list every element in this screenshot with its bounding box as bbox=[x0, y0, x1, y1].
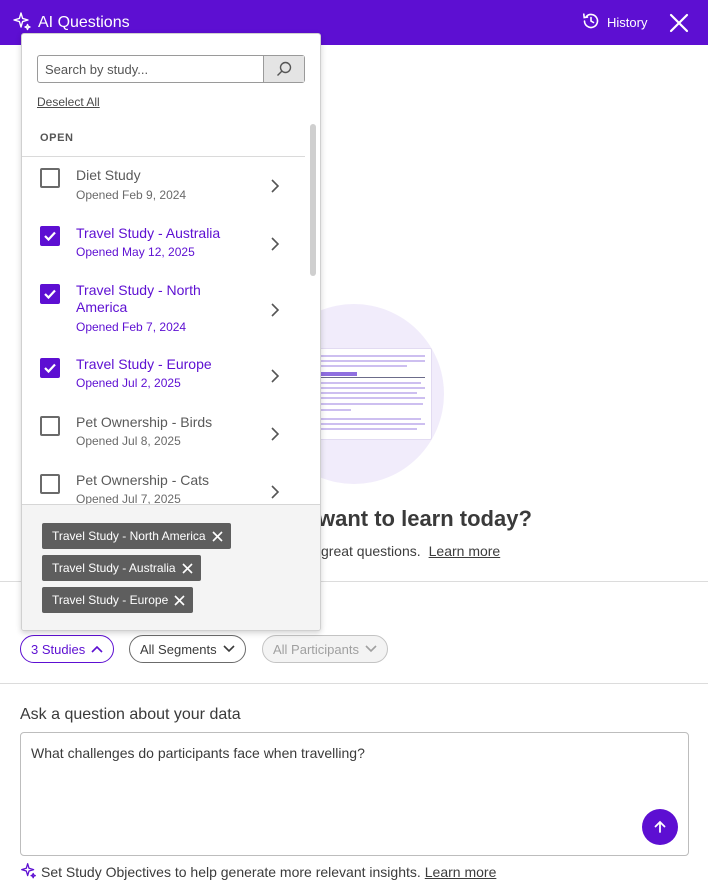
study-checkbox[interactable] bbox=[40, 474, 60, 494]
close-button[interactable] bbox=[668, 12, 690, 34]
chevron-right-icon[interactable] bbox=[270, 485, 280, 499]
study-checkbox[interactable] bbox=[40, 284, 60, 304]
list-scrollbar[interactable] bbox=[310, 124, 316, 276]
study-date: Opened Feb 9, 2024 bbox=[76, 188, 187, 202]
empty-state-subline: great questions. Learn more bbox=[321, 543, 500, 559]
remove-tag-icon[interactable] bbox=[212, 530, 223, 542]
tag-label: Travel Study - Australia bbox=[52, 561, 176, 575]
study-checkbox[interactable] bbox=[40, 168, 60, 188]
remove-tag-icon[interactable] bbox=[182, 562, 193, 574]
studies-filter-label: 3 Studies bbox=[31, 641, 86, 657]
studies-filter[interactable]: 3 Studies bbox=[20, 635, 115, 663]
history-button[interactable]: History bbox=[581, 11, 647, 34]
study-name: Travel Study - Europe bbox=[76, 356, 212, 372]
study-checkbox[interactable] bbox=[40, 358, 60, 378]
section-label-open: OPEN bbox=[40, 132, 74, 144]
subline-text: great questions. bbox=[321, 543, 421, 559]
tag-label: Travel Study - Europe bbox=[52, 593, 169, 607]
study-name: Diet Study bbox=[76, 167, 141, 183]
search-button[interactable] bbox=[263, 56, 304, 82]
study-row[interactable]: Diet Study Opened Feb 9, 2024 bbox=[22, 157, 305, 215]
checkmark-icon bbox=[44, 231, 56, 242]
study-checkbox[interactable] bbox=[40, 416, 60, 436]
study-date: Opened Jul 7, 2025 bbox=[76, 492, 181, 504]
selected-study-tag: Travel Study - North America bbox=[42, 523, 231, 549]
study-name: Travel Study - North America bbox=[76, 282, 201, 315]
question-label: Ask a question about your data bbox=[20, 706, 241, 723]
chevron-right-icon[interactable] bbox=[270, 303, 280, 317]
empty-state-heading: want to learn today? bbox=[318, 506, 532, 531]
objectives-learn-more-link[interactable]: Learn more bbox=[425, 864, 497, 880]
study-name: Pet Ownership - Cats bbox=[76, 472, 210, 488]
study-date: Opened Jul 8, 2025 bbox=[76, 434, 181, 448]
study-row[interactable]: Travel Study - Australia Opened May 12, … bbox=[22, 215, 305, 273]
history-icon bbox=[581, 11, 601, 34]
chevron-up-icon bbox=[91, 645, 103, 653]
deselect-all-link[interactable]: Deselect All bbox=[37, 95, 100, 109]
study-search bbox=[37, 55, 305, 83]
tag-label: Travel Study - North America bbox=[52, 529, 206, 543]
participants-filter-label: All Participants bbox=[273, 641, 359, 657]
section-divider bbox=[0, 683, 708, 684]
study-search-input[interactable] bbox=[38, 56, 264, 82]
study-list: Diet Study Opened Feb 9, 2024 Travel Stu… bbox=[22, 157, 305, 504]
study-row[interactable]: Pet Ownership - Cats Opened Jul 7, 2025 bbox=[22, 463, 305, 504]
app-title: AI Questions bbox=[12, 11, 130, 35]
objectives-text: Set Study Objectives to help generate mo… bbox=[41, 864, 421, 880]
study-date: Opened Jul 2, 2025 bbox=[76, 376, 181, 390]
participants-filter: All Participants bbox=[262, 635, 388, 663]
chevron-down-icon bbox=[365, 645, 377, 653]
chevron-right-icon[interactable] bbox=[270, 237, 280, 251]
study-selector-dropdown: Deselect All OPEN Diet Study Opened Feb … bbox=[21, 33, 321, 631]
remove-tag-icon[interactable] bbox=[174, 594, 185, 606]
study-row[interactable]: Travel Study - Europe Opened Jul 2, 2025 bbox=[22, 347, 305, 405]
study-date: Opened May 12, 2025 bbox=[76, 245, 195, 259]
study-date: Opened Feb 7, 2024 bbox=[76, 320, 187, 334]
study-name: Travel Study - Australia bbox=[76, 225, 221, 241]
objectives-hint: Set Study Objectives to help generate mo… bbox=[20, 862, 496, 882]
document-illustration bbox=[310, 348, 432, 440]
arrow-up-icon bbox=[654, 820, 666, 833]
sparkle-icon bbox=[12, 11, 32, 36]
app-title-text: AI Questions bbox=[38, 14, 130, 31]
study-row[interactable]: Pet Ownership - Birds Opened Jul 8, 2025 bbox=[22, 405, 305, 463]
selected-study-tag: Travel Study - Europe bbox=[42, 587, 194, 613]
selected-studies-area: Travel Study - North America Travel Stud… bbox=[22, 504, 320, 630]
study-checkbox[interactable] bbox=[40, 226, 60, 246]
chevron-right-icon[interactable] bbox=[270, 179, 280, 193]
chevron-down-icon bbox=[223, 645, 235, 653]
send-button[interactable] bbox=[642, 809, 678, 845]
search-icon bbox=[277, 61, 292, 76]
study-name: Pet Ownership - Birds bbox=[76, 414, 213, 430]
segments-filter-label: All Segments bbox=[140, 641, 217, 657]
study-row[interactable]: Travel Study - North America Opened Feb … bbox=[22, 273, 305, 347]
history-label: History bbox=[607, 15, 648, 30]
sparkle-icon bbox=[20, 862, 37, 882]
close-icon bbox=[669, 13, 689, 33]
segments-filter[interactable]: All Segments bbox=[129, 635, 246, 663]
selected-study-tag: Travel Study - Australia bbox=[42, 555, 201, 581]
checkmark-icon bbox=[44, 289, 56, 300]
chevron-right-icon[interactable] bbox=[270, 427, 280, 441]
learn-more-link[interactable]: Learn more bbox=[429, 543, 501, 559]
chevron-right-icon[interactable] bbox=[270, 369, 280, 383]
question-input[interactable]: What challenges do participants face whe… bbox=[20, 732, 689, 856]
checkmark-icon bbox=[44, 363, 56, 374]
